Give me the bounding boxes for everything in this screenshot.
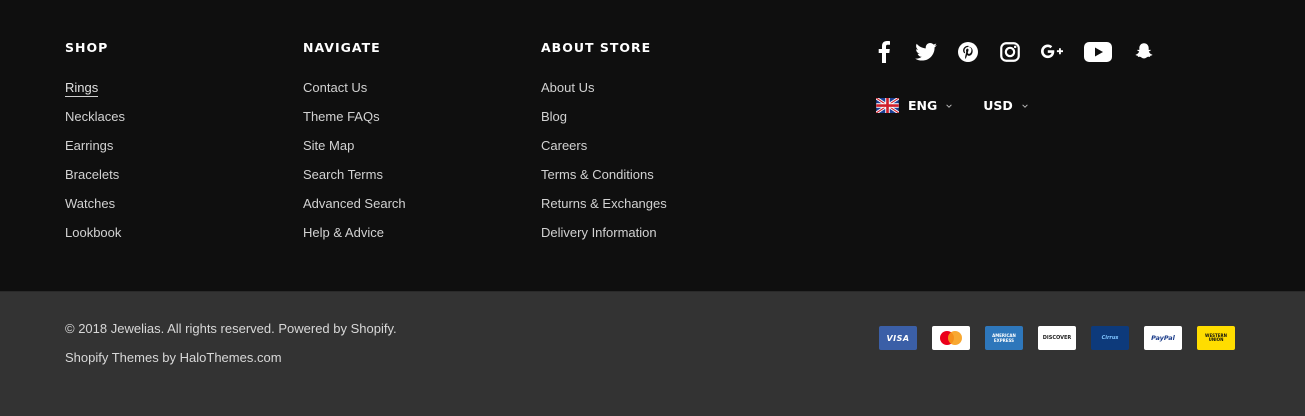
copyright-text: © 2018 Jewelias. All rights reserved. Po…: [65, 321, 397, 336]
twitter-icon[interactable]: [915, 40, 937, 64]
chevron-down-icon: [946, 103, 953, 108]
mastercard-icon: [932, 326, 970, 350]
credits-text: Shopify Themes by HaloThemes.com: [65, 350, 282, 365]
about-link-delivery-information[interactable]: Delivery Information: [541, 225, 657, 240]
about-link-terms-conditions[interactable]: Terms & Conditions: [541, 167, 654, 182]
shop-link-lookbook[interactable]: Lookbook: [65, 225, 121, 240]
shop-link-rings[interactable]: Rings: [65, 80, 99, 97]
nav-link-advanced-search[interactable]: Advanced Search: [303, 196, 406, 211]
nav-link-help-advice[interactable]: Help & Advice: [303, 225, 384, 240]
about-link-returns-exchanges[interactable]: Returns & Exchanges: [541, 196, 667, 211]
nav-link-site-map[interactable]: Site Map: [303, 138, 354, 153]
navigate-heading: NAVIGATE: [303, 40, 381, 55]
about-store-column: ABOUT STORE About Us Blog Careers Terms …: [541, 40, 667, 252]
facebook-icon[interactable]: [873, 40, 895, 64]
nav-link-theme-faqs[interactable]: Theme FAQs: [303, 109, 380, 124]
shop-link-bracelets[interactable]: Bracelets: [65, 167, 119, 182]
about-link-blog[interactable]: Blog: [541, 109, 567, 124]
discover-icon: DISCOVER: [1038, 326, 1076, 350]
footer-top: SHOP Rings Necklaces Earrings Bracelets …: [0, 0, 1305, 291]
shop-column: SHOP Rings Necklaces Earrings Bracelets …: [65, 40, 125, 252]
shop-link-necklaces[interactable]: Necklaces: [65, 109, 125, 124]
payment-methods: VISA AMERICAN EXPRESS DISCOVER Cirrus Pa…: [879, 326, 1235, 350]
cirrus-icon: Cirrus: [1091, 326, 1129, 350]
navigate-links: Contact Us Theme FAQs Site Map Search Te…: [303, 78, 406, 252]
navigate-column: NAVIGATE Contact Us Theme FAQs Site Map …: [303, 40, 406, 252]
western-union-icon: WESTERN UNION: [1197, 326, 1235, 350]
about-store-links: About Us Blog Careers Terms & Conditions…: [541, 78, 667, 252]
about-store-heading: ABOUT STORE: [541, 40, 652, 55]
nav-link-search-terms[interactable]: Search Terms: [303, 167, 383, 182]
shop-link-watches[interactable]: Watches: [65, 196, 115, 211]
locale-selectors: ENG USD: [876, 98, 1059, 113]
about-link-careers[interactable]: Careers: [541, 138, 587, 153]
nav-link-contact-us[interactable]: Contact Us: [303, 80, 367, 95]
about-link-about-us[interactable]: About Us: [541, 80, 594, 95]
youtube-icon[interactable]: [1083, 40, 1113, 64]
currency-selector[interactable]: USD: [983, 98, 1029, 113]
currency-value: USD: [983, 98, 1013, 113]
instagram-icon[interactable]: [999, 40, 1021, 64]
uk-flag-icon: [876, 98, 899, 113]
language-selector[interactable]: ENG: [876, 98, 953, 113]
paypal-icon: PayPal: [1144, 326, 1182, 350]
google-plus-icon[interactable]: [1041, 40, 1063, 64]
snapchat-icon[interactable]: [1133, 40, 1155, 64]
shop-link-earrings[interactable]: Earrings: [65, 138, 113, 153]
visa-icon: VISA: [879, 326, 917, 350]
shop-heading: SHOP: [65, 40, 109, 55]
american-express-icon: AMERICAN EXPRESS: [985, 326, 1023, 350]
shop-links: Rings Necklaces Earrings Bracelets Watch…: [65, 78, 125, 252]
chevron-down-icon: [1022, 103, 1028, 108]
social-links: [873, 40, 1175, 64]
language-value: ENG: [908, 98, 938, 113]
pinterest-icon[interactable]: [957, 40, 979, 64]
